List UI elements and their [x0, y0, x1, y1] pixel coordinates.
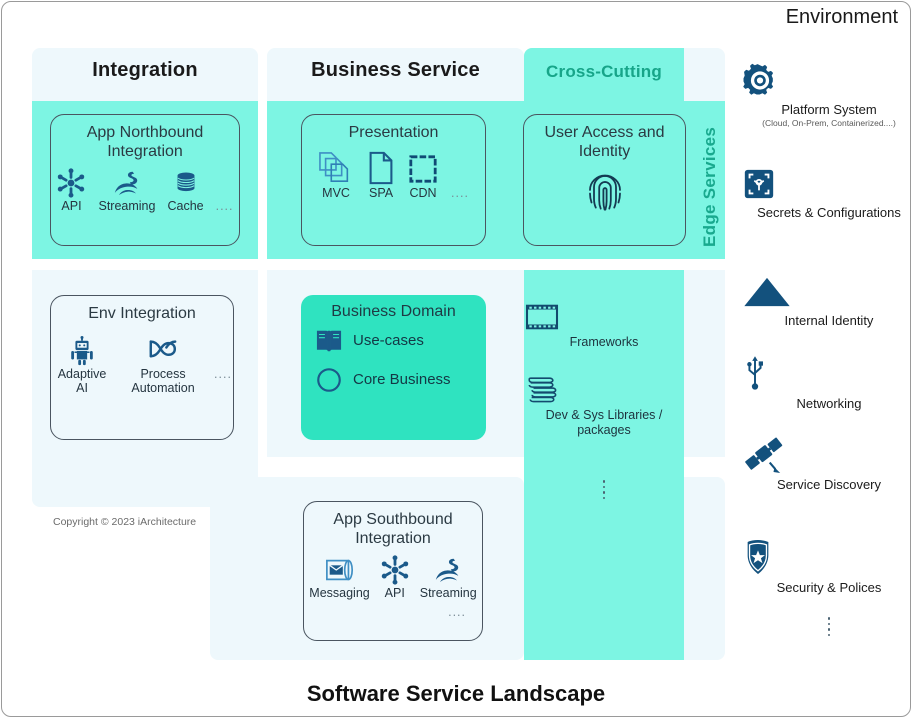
item-label: Streaming [98, 198, 156, 213]
process-automation-icon [147, 336, 179, 366]
item-messaging[interactable]: Messaging [309, 555, 370, 601]
item-spa[interactable]: SPA [367, 151, 395, 201]
card-title: Business Domain [331, 303, 456, 320]
card-title: User Access and Identity [544, 124, 665, 160]
square-dashed-icon [408, 153, 438, 185]
band-edge-mid [684, 270, 725, 457]
item-api[interactable]: API [56, 168, 86, 214]
item-label: API [61, 198, 82, 213]
item-streaming[interactable]: Streaming [98, 168, 155, 214]
env-item-secrets-configurations[interactable]: Secrets & Configurations [742, 167, 910, 221]
card-app-southbound-integration[interactable]: App Southbound Integration Messaging API… [303, 501, 483, 641]
item-label: CDN [409, 185, 437, 200]
more-dots: .... [215, 198, 234, 213]
env-item-sublabel: (Cloud, On-Prem, Containerized....) [762, 117, 896, 128]
env-item-label: Platform System [781, 102, 877, 117]
item-label: Core Business [353, 371, 451, 389]
column-header-cross-cutting: Cross-Cutting [546, 62, 662, 81]
env-item-networking[interactable]: Networking [742, 354, 910, 412]
env-item-service-discovery[interactable]: Service Discovery [742, 435, 910, 493]
books-stack-icon [524, 373, 684, 405]
gear-icon [742, 62, 910, 98]
more-dots: .... [214, 367, 232, 382]
card-app-northbound-integration[interactable]: App Northbound Integration API Streaming… [50, 114, 240, 246]
satellite-icon [742, 435, 910, 473]
env-item-label: Security & Polices [776, 580, 882, 595]
item-label: Use-cases [353, 332, 424, 350]
item-core-business[interactable]: Core Business [315, 366, 451, 394]
item-label: Messaging [309, 585, 370, 600]
item-streaming[interactable]: Streaming [420, 555, 477, 601]
stream-river-icon [433, 555, 463, 585]
env-item-security-policies[interactable]: Security & Polices [742, 538, 910, 596]
environment-title: Environment [785, 6, 898, 28]
cross-cutting-item-more [524, 480, 684, 499]
card-title: Presentation [348, 124, 439, 141]
card-title: App Southbound Integration [333, 511, 453, 547]
item-label: SPA [369, 185, 394, 200]
icon-row: MVC SPA CDN .... [318, 151, 469, 201]
item-cdn[interactable]: CDN [408, 153, 438, 201]
card-title: Env Integration [88, 305, 196, 322]
shield-badge-icon [742, 538, 910, 576]
card-title: App Northbound Integration [86, 124, 204, 160]
column-header-integration: Integration [92, 59, 198, 81]
diagram-title: Software Service Landscape [306, 681, 606, 706]
cache-database-icon [171, 168, 201, 198]
column-header-business-service: Business Service [311, 59, 480, 81]
item-cache[interactable]: Cache [167, 168, 204, 214]
api-asterisk-icon [56, 168, 86, 198]
film-strip-icon [524, 302, 684, 332]
vertical-ellipsis-icon [742, 617, 910, 636]
item-api[interactable]: API [380, 555, 410, 601]
edge-services-label: Edge Services [700, 126, 719, 247]
stream-river-icon [112, 168, 142, 198]
card-env-integration[interactable]: Env Integration Adaptive AI Process Auto… [50, 295, 234, 440]
fingerprint-icon [582, 166, 628, 220]
env-item-internal-identity[interactable]: Internal Identity [742, 275, 910, 329]
cross-cutting-label: Frameworks [569, 335, 639, 349]
api-asterisk-icon [380, 555, 410, 585]
item-process-automation[interactable]: Process Automation [128, 336, 198, 396]
env-item-label: Service Discovery [776, 477, 882, 492]
item-label: API [384, 585, 405, 600]
cross-cutting-item-frameworks[interactable]: Frameworks [524, 302, 684, 350]
cross-cutting-item-libraries[interactable]: Dev & Sys Libraries / packages [524, 373, 684, 438]
item-label: Adaptive AI [57, 366, 107, 395]
env-item-platform-system[interactable]: Platform System (Cloud, On-Prem, Contain… [742, 62, 910, 128]
message-envelope-icon [323, 555, 357, 585]
item-label: Cache [167, 198, 204, 213]
icon-row: Messaging API Streaming [309, 555, 477, 601]
copyright-text: Copyright © 2023 iArchitecture [49, 514, 201, 530]
triangle-icon [742, 275, 910, 309]
item-label: Streaming [419, 585, 477, 600]
item-mvc[interactable]: MVC [318, 151, 354, 201]
item-use-cases[interactable]: Use-cases [315, 328, 424, 354]
item-adaptive-ai[interactable]: Adaptive AI [52, 335, 112, 396]
robot-icon [67, 335, 97, 366]
secrets-key-icon [742, 167, 910, 201]
card-user-access-identity[interactable]: User Access and Identity [523, 114, 686, 246]
more-dots: .... [448, 604, 466, 619]
icon-row: API Streaming Cache .... [56, 168, 233, 214]
more-dots: .... [451, 185, 469, 200]
vertical-ellipsis-icon [524, 480, 684, 499]
env-item-label: Internal Identity [784, 313, 874, 328]
open-book-icon [315, 328, 343, 354]
card-business-domain[interactable]: Business Domain Use-cases Core Business [301, 295, 486, 440]
icon-row: Adaptive AI Process Automation .... [52, 335, 232, 396]
cross-cutting-label: Dev & Sys Libraries / packages [545, 408, 663, 437]
stacked-pages-icon [318, 151, 354, 185]
env-item-label: Secrets & Configurations [757, 205, 901, 220]
page-icon [367, 151, 395, 185]
item-label: Process Automation [131, 366, 195, 395]
usb-network-icon [742, 354, 910, 392]
item-label: MVC [322, 185, 350, 200]
circle-icon [315, 366, 343, 394]
env-item-label: Networking [796, 396, 862, 411]
band-edge-bottom [684, 477, 725, 660]
env-item-more [742, 617, 910, 636]
card-presentation[interactable]: Presentation MVC SPA CDN .... [301, 114, 486, 246]
diagram-frame: Integration Business Service Cross-Cutti… [1, 1, 911, 717]
